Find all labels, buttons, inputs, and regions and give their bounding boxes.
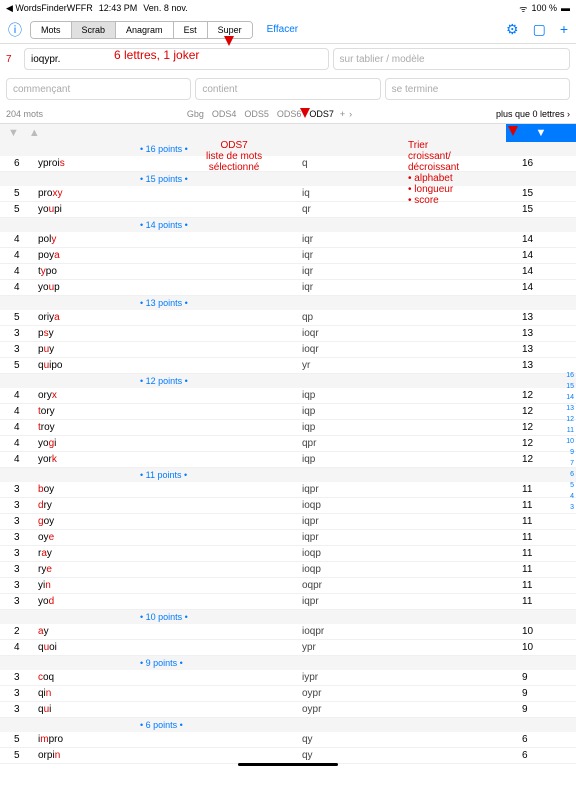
battery-pct: 100 %	[531, 3, 557, 13]
tablier-input[interactable]: sur tablier / modèle	[333, 48, 570, 70]
points-header: • 14 points •	[140, 220, 188, 230]
tab-est[interactable]: Est	[174, 22, 208, 38]
points-header: • 15 points •	[140, 174, 188, 184]
word-row[interactable]: 4youpiqr14	[0, 280, 576, 296]
points-header: • 13 points •	[140, 298, 188, 308]
info-icon[interactable]: ⓘ	[8, 20, 22, 40]
word-row[interactable]: 5youpiqr15	[0, 202, 576, 218]
word-row[interactable]: 4poyaiqr14	[0, 248, 576, 264]
sort-controls[interactable]: ▼ ▲	[0, 124, 506, 142]
chevron-right-icon[interactable]: ›	[349, 109, 352, 119]
book-icon[interactable]: ▢	[533, 21, 546, 38]
word-row[interactable]: 3oyeiqpr11	[0, 530, 576, 546]
results-list: • 16 points • 6yproisq16 • 15 points • 5pro…	[0, 142, 576, 798]
contains-input[interactable]: contient	[195, 78, 380, 100]
word-row[interactable]: 5proxyiq15	[0, 186, 576, 202]
dict-ods4[interactable]: ODS4	[212, 109, 237, 119]
starts-input[interactable]: commençant	[6, 78, 191, 100]
word-row[interactable]: 3yinoqpr11	[0, 578, 576, 594]
back-app[interactable]: ◀ WordsFinderWFFR	[6, 3, 93, 14]
word-row[interactable]: 3rayioqp11	[0, 546, 576, 562]
clear-button[interactable]: Effacer	[267, 24, 299, 35]
tab-scrab[interactable]: Scrab	[72, 22, 117, 38]
wrench-icon[interactable]: ⚙	[506, 21, 519, 38]
points-header: • 12 points •	[140, 376, 188, 386]
tab-super[interactable]: Super	[208, 22, 252, 38]
dict-selector[interactable]: Gbg ODS4 ODS5 ODS6 ODS7	[187, 109, 334, 119]
word-row[interactable]: 4toryiqp12	[0, 404, 576, 420]
word-row[interactable]: 3boyiqpr11	[0, 482, 576, 498]
points-header: • 16 points •	[140, 144, 188, 154]
dict-plus[interactable]: +	[340, 109, 345, 119]
wifi-icon: ᯤ	[519, 2, 527, 15]
word-row[interactable]: 5improqy6	[0, 732, 576, 748]
word-row[interactable]: 3puyioqr13	[0, 342, 576, 358]
points-header: • 10 points •	[140, 612, 188, 622]
plus-icon[interactable]: +	[560, 21, 568, 38]
word-row[interactable]: 6yproisq16	[0, 156, 576, 172]
word-row[interactable]: 5quipoyr13	[0, 358, 576, 374]
battery-icon: ▬	[561, 3, 570, 13]
letters-input[interactable]: ioqypr.	[24, 48, 329, 70]
points-header: • 11 points •	[140, 470, 187, 480]
active-sort[interactable]: ▼	[506, 124, 576, 142]
word-row[interactable]: 4yogiqpr12	[0, 436, 576, 452]
home-indicator[interactable]	[238, 763, 338, 766]
word-row[interactable]: 3psyioqr13	[0, 326, 576, 342]
extra-letters[interactable]: plus que 0 lettres ›	[496, 109, 570, 119]
word-row[interactable]: 5orpinqy6	[0, 748, 576, 764]
word-row[interactable]: 3yodiqpr11	[0, 594, 576, 610]
word-row[interactable]: 4polyiqr14	[0, 232, 576, 248]
word-row[interactable]: 4yorkiqp12	[0, 452, 576, 468]
sort-asc-icon[interactable]: ▲	[29, 127, 40, 139]
word-row[interactable]: 2ayioqpr10	[0, 624, 576, 640]
word-row[interactable]: 3qinoypr9	[0, 686, 576, 702]
ends-input[interactable]: se termine	[385, 78, 570, 100]
status-time: 12:43 PM	[99, 3, 138, 13]
points-header: • 9 points •	[140, 658, 183, 668]
letter-count: 7	[6, 48, 20, 70]
tab-mots[interactable]: Mots	[31, 22, 72, 38]
sort-desc-icon[interactable]: ▼	[8, 127, 19, 139]
word-row[interactable]: 4typoiqr14	[0, 264, 576, 280]
tab-anagram[interactable]: Anagram	[116, 22, 174, 38]
status-date: Ven. 8 nov.	[143, 3, 187, 13]
word-count: 204 mots	[6, 109, 43, 119]
score-index[interactable]: 16151413121110976543	[566, 370, 574, 513]
word-row[interactable]: 4oryxiqp12	[0, 388, 576, 404]
word-row[interactable]: 3coqiypr9	[0, 670, 576, 686]
mode-segments: MotsScrabAnagramEstSuper	[30, 21, 253, 39]
word-row[interactable]: 4quoiypr10	[0, 640, 576, 656]
points-header: • 6 points •	[140, 720, 183, 730]
dict-ods5[interactable]: ODS5	[244, 109, 269, 119]
dict-ods7[interactable]: ODS7	[309, 109, 334, 119]
dict-ods6[interactable]: ODS6	[277, 109, 302, 119]
word-row[interactable]: 3quioypr9	[0, 702, 576, 718]
word-row[interactable]: 5oriyaqp13	[0, 310, 576, 326]
word-row[interactable]: 4troyiqp12	[0, 420, 576, 436]
word-row[interactable]: 3goyiqpr11	[0, 514, 576, 530]
word-row[interactable]: 3ryeioqp11	[0, 562, 576, 578]
dict-gbg[interactable]: Gbg	[187, 109, 204, 119]
word-row[interactable]: 3dryioqp11	[0, 498, 576, 514]
